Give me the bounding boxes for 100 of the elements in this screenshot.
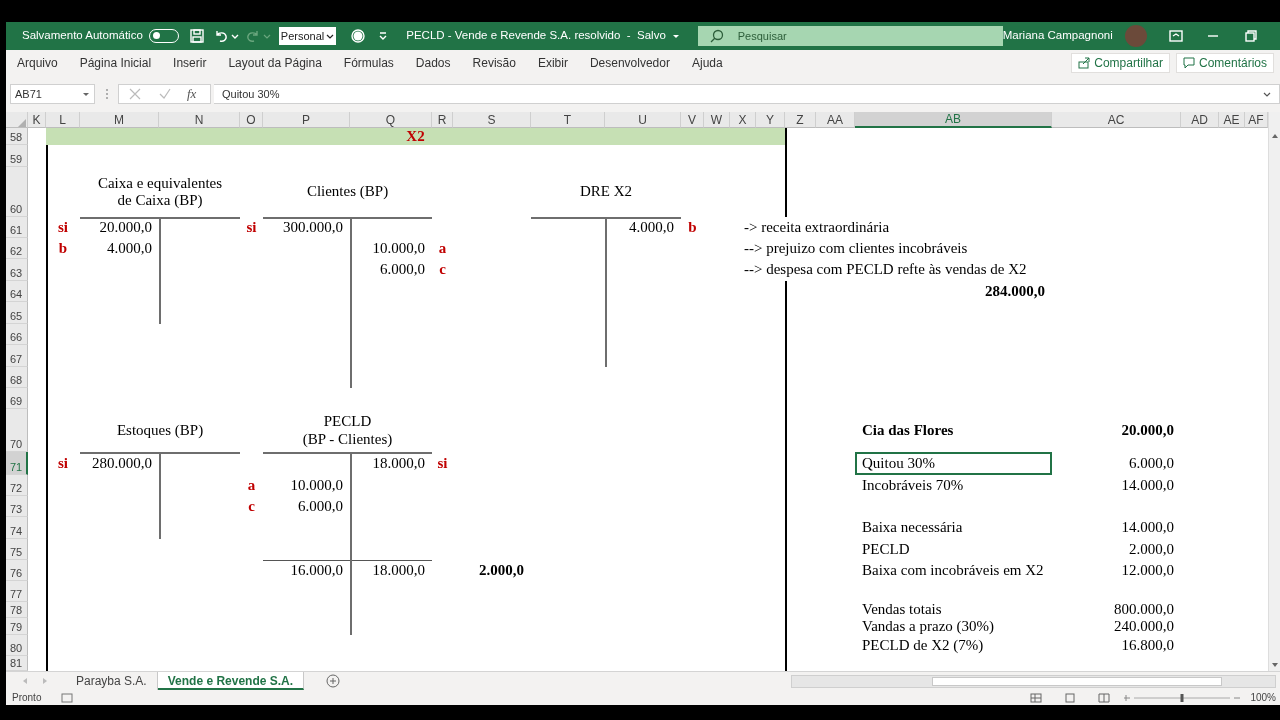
row-header[interactable]: 78	[6, 602, 28, 618]
ribbon-tab[interactable]: Ajuda	[680, 50, 734, 76]
column-header[interactable]: AC	[1052, 112, 1181, 128]
column-header[interactable]: Q	[350, 112, 432, 128]
column-header[interactable]: U	[605, 112, 681, 128]
add-sheet-icon[interactable]	[326, 674, 341, 688]
total-amount: 284.000,0	[984, 281, 1046, 301]
amount: 10.000,0	[371, 238, 426, 258]
row-header[interactable]: 69	[6, 388, 28, 409]
formula-field[interactable]: Quitou 30%	[214, 84, 1280, 104]
page-layout-icon[interactable]	[1064, 692, 1077, 703]
column-header[interactable]: M	[80, 112, 159, 128]
sheet-tab[interactable]: Vende e Revende S.A.	[157, 672, 305, 690]
row-label: PECLD	[861, 539, 911, 559]
column-header[interactable]: T	[531, 112, 605, 128]
zoom-slider[interactable]	[1122, 692, 1243, 703]
row-header[interactable]: 59	[6, 145, 28, 167]
save-icon[interactable]	[188, 28, 205, 44]
column-header[interactable]: S	[453, 112, 531, 128]
comment-icon	[1182, 57, 1195, 69]
row-header[interactable]: 80	[6, 635, 28, 656]
column-header[interactable]: AF	[1245, 112, 1268, 128]
horizontal-scrollbar[interactable]	[791, 674, 1276, 688]
row-header[interactable]: 74	[6, 517, 28, 539]
account-title: DRE X2	[578, 182, 634, 202]
circle-icon[interactable]	[350, 28, 367, 44]
zoom-level[interactable]: 100%	[1250, 690, 1276, 705]
row-header[interactable]: 72	[6, 475, 28, 496]
column-header[interactable]: W	[704, 112, 730, 128]
macro-icon[interactable]	[61, 692, 74, 703]
ribbon-tab[interactable]: Fórmulas	[332, 50, 405, 76]
document-title[interactable]: PECLD - Vende e Revende S.A. resolvido - Salvo	[406, 27, 680, 45]
restore-icon[interactable]	[1244, 30, 1257, 42]
caret-icon[interactable]	[230, 32, 239, 40]
search-field[interactable]: Pesquisar	[697, 26, 1003, 46]
name-box[interactable]: AB71	[10, 84, 95, 104]
amount: 14.000,0	[1120, 518, 1175, 538]
row-header[interactable]: 75	[6, 539, 28, 560]
normal-view-icon[interactable]	[1030, 692, 1043, 703]
ribbon-tab[interactable]: Página Inicial	[68, 50, 163, 76]
column-header[interactable]: L	[46, 112, 80, 128]
column-header[interactable]: P	[263, 112, 350, 128]
row-header[interactable]: 60	[6, 167, 28, 217]
ribbon-display-icon[interactable]	[1168, 30, 1183, 42]
check-icon[interactable]	[159, 88, 171, 100]
column-header[interactable]: N	[159, 112, 240, 128]
row-header[interactable]: 73	[6, 496, 28, 517]
column-header[interactable]: O	[240, 112, 263, 128]
entry-marker: b	[687, 217, 698, 237]
row-header[interactable]: 79	[6, 618, 28, 635]
ribbon-tab[interactable]: Inserir	[162, 50, 218, 76]
row-header[interactable]: 67	[6, 345, 28, 367]
account-title: PECLD (BP - Clientes)	[301, 412, 394, 449]
row-header[interactable]: 63	[6, 259, 28, 281]
row-header[interactable]: 64	[6, 281, 28, 302]
share-button[interactable]: Compartilhar	[1071, 53, 1170, 73]
ribbon-tab[interactable]: Exibir	[526, 50, 579, 76]
row-header[interactable]: 81	[6, 656, 28, 671]
comments-button[interactable]: Comentários	[1175, 53, 1274, 73]
column-header[interactable]: K	[28, 112, 46, 128]
amount: 6.000,0	[379, 260, 426, 280]
ribbon-tab[interactable]: Revisão	[461, 50, 527, 76]
page-break-icon[interactable]	[1098, 692, 1111, 703]
row-header[interactable]: 58	[6, 128, 28, 145]
ribbon-tab[interactable]: Layout da Página	[217, 50, 333, 76]
amount: 2.000,0	[1128, 539, 1175, 559]
scroll-up-icon[interactable]	[1270, 132, 1279, 140]
column-header[interactable]: Z	[785, 112, 816, 128]
style-dropdown[interactable]: Personal	[278, 27, 337, 45]
cancel-icon[interactable]	[129, 88, 141, 100]
row-header[interactable]: 66	[6, 324, 28, 345]
ribbon-tab[interactable]: Dados	[404, 50, 462, 76]
row-header[interactable]: 65	[6, 302, 28, 324]
previous-sheet-icon[interactable]	[22, 677, 28, 685]
scroll-down-icon[interactable]	[1270, 661, 1279, 669]
next-sheet-icon[interactable]	[42, 677, 48, 685]
row-label: Vendas totais	[861, 602, 943, 618]
ribbon-tab[interactable]: Desenvolvedor	[578, 50, 681, 76]
column-header[interactable]: AA	[816, 112, 855, 128]
column-header[interactable]: X	[730, 112, 756, 128]
insert-function-button[interactable]: fx	[187, 84, 197, 104]
row-header[interactable]: 62	[6, 238, 28, 259]
ribbon-tab[interactable]: Arquivo	[6, 50, 69, 76]
customize-icon[interactable]	[378, 31, 389, 41]
expand-icon[interactable]	[1263, 90, 1271, 98]
redo-icon[interactable]	[244, 28, 261, 44]
column-header[interactable]: AB	[855, 112, 1052, 128]
row-header[interactable]: 71	[6, 452, 28, 475]
row-header[interactable]: 68	[6, 367, 28, 388]
row-header[interactable]: 70	[6, 409, 28, 452]
column-header[interactable]: Y	[756, 112, 785, 128]
column-header[interactable]: V	[681, 112, 704, 128]
column-header[interactable]: AD	[1181, 112, 1219, 128]
column-header[interactable]: R	[432, 112, 453, 128]
row-header[interactable]: 61	[6, 217, 28, 238]
row-header[interactable]: 76	[6, 560, 28, 581]
amount: 4.000,0	[628, 217, 675, 237]
row-header[interactable]: 77	[6, 581, 28, 602]
column-header[interactable]: AE	[1219, 112, 1245, 128]
vertical-scrollbar[interactable]	[1268, 112, 1280, 671]
